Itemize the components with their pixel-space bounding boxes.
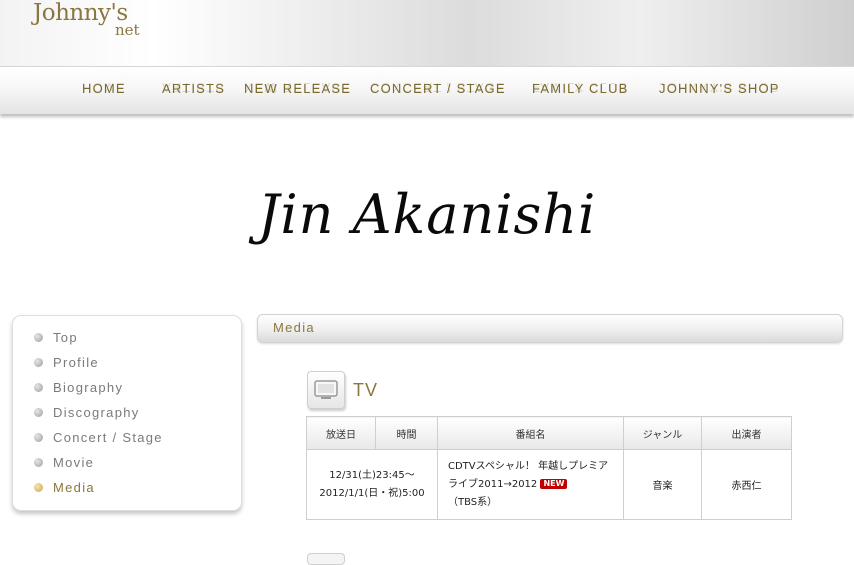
cell-genre: 音楽 xyxy=(623,449,702,520)
side-item-top[interactable]: Top xyxy=(34,328,78,346)
side-item-profile[interactable]: Profile xyxy=(34,353,99,371)
cell-program[interactable]: CDTVスペシャル！ 年越しプレミア ライブ2011→2012 NEW （TBS… xyxy=(437,449,624,520)
side-item-biography[interactable]: Biography xyxy=(34,378,123,396)
tv-schedule-table: 放送日 時間 番組名 ジャンル 出演者 12/31(土)23:45～ 2012/… xyxy=(306,416,792,520)
col-header-program: 番組名 xyxy=(437,416,624,450)
program-network: （TBS系） xyxy=(448,496,498,508)
nav-home-label: HOME xyxy=(82,81,126,96)
section-title: Media xyxy=(273,320,315,335)
side-item-label: Profile xyxy=(53,354,99,370)
program-title-line2: ライブ2011→2012 xyxy=(448,478,538,490)
side-item-concert-stage[interactable]: Concert / Stage xyxy=(34,428,163,446)
side-item-label: Media xyxy=(53,479,95,495)
bullet-icon xyxy=(34,407,43,417)
nav-home[interactable]: HOME HOME xyxy=(82,80,126,96)
side-item-label: Concert / Stage xyxy=(53,429,163,445)
date-time-end: 2012/1/1(日・祝)5:00 xyxy=(319,487,425,499)
bullet-icon xyxy=(34,357,43,367)
nav-family-club[interactable]: FAMILY CLUB FAMILY CLUB xyxy=(532,80,629,96)
col-header-time: 時間 xyxy=(375,416,438,450)
bullet-icon xyxy=(34,482,43,492)
cell-cast: 赤西仁 xyxy=(701,449,792,520)
artist-side-menu: Top Profile Biography Discography Concer… xyxy=(12,315,242,511)
new-badge: NEW xyxy=(540,478,568,489)
bullet-icon xyxy=(34,382,43,392)
col-header-genre: ジャンル xyxy=(623,416,702,450)
bullet-icon xyxy=(34,457,43,467)
next-section-icon xyxy=(307,553,345,565)
bullet-icon xyxy=(34,432,43,442)
site-logo[interactable]: Johnny's net xyxy=(33,0,140,38)
program-title-line2-wrap: ライブ2011→2012 NEW xyxy=(448,476,623,494)
side-item-media[interactable]: Media xyxy=(34,478,95,496)
logo-text-johnnys: Johnny's xyxy=(33,0,128,26)
side-item-label: Discography xyxy=(53,404,140,420)
date-time-start: 12/31(土)23:45～ xyxy=(329,469,415,481)
nav-new-release-label: NEW RELEASE xyxy=(244,81,352,96)
section-header-bar: Media xyxy=(257,314,843,343)
nav-new-release[interactable]: NEW RELEASE NEW RELEASE xyxy=(244,80,352,96)
nav-artists[interactable]: ARTISTS ARTISTS xyxy=(162,80,226,96)
bullet-icon xyxy=(34,332,43,342)
tv-section-heading: TV xyxy=(353,380,379,400)
col-header-cast: 出演者 xyxy=(701,416,792,450)
nav-johnnys-shop[interactable]: JOHNNY'S SHOP JOHNNY'S SHOP xyxy=(659,80,780,96)
side-item-movie[interactable]: Movie xyxy=(34,453,94,471)
nav-family-club-label: FAMILY CLUB xyxy=(532,81,629,96)
cell-date-time: 12/31(土)23:45～ 2012/1/1(日・祝)5:00 xyxy=(306,449,438,520)
col-header-date: 放送日 xyxy=(306,416,376,450)
site-header: Johnny's net xyxy=(0,0,854,66)
table-header-row: 放送日 時間 番組名 ジャンル 出演者 xyxy=(306,416,792,450)
main-nav: HOME HOME ARTISTS ARTISTS NEW RELEASE NE… xyxy=(0,66,854,114)
nav-concert-stage[interactable]: CONCERT / STAGE CONCERT / STAGE xyxy=(370,80,506,96)
logo-text-net: net xyxy=(115,21,140,39)
side-item-discography[interactable]: Discography xyxy=(34,403,140,421)
side-item-label: Top xyxy=(53,329,78,345)
nav-concert-stage-label: CONCERT / STAGE xyxy=(370,81,506,96)
side-item-label: Movie xyxy=(53,454,95,470)
program-title-line1: CDTVスペシャル！ 年越しプレミア xyxy=(448,460,609,472)
side-item-label: Biography xyxy=(53,379,124,395)
tv-icon xyxy=(307,371,345,409)
nav-artists-label: ARTISTS xyxy=(162,81,226,96)
table-row: 12/31(土)23:45～ 2012/1/1(日・祝)5:00 CDTVスペシ… xyxy=(306,449,792,520)
artist-name-title: Jin Akanishi xyxy=(257,183,597,246)
nav-johnnys-shop-label: JOHNNY'S SHOP xyxy=(659,81,780,96)
